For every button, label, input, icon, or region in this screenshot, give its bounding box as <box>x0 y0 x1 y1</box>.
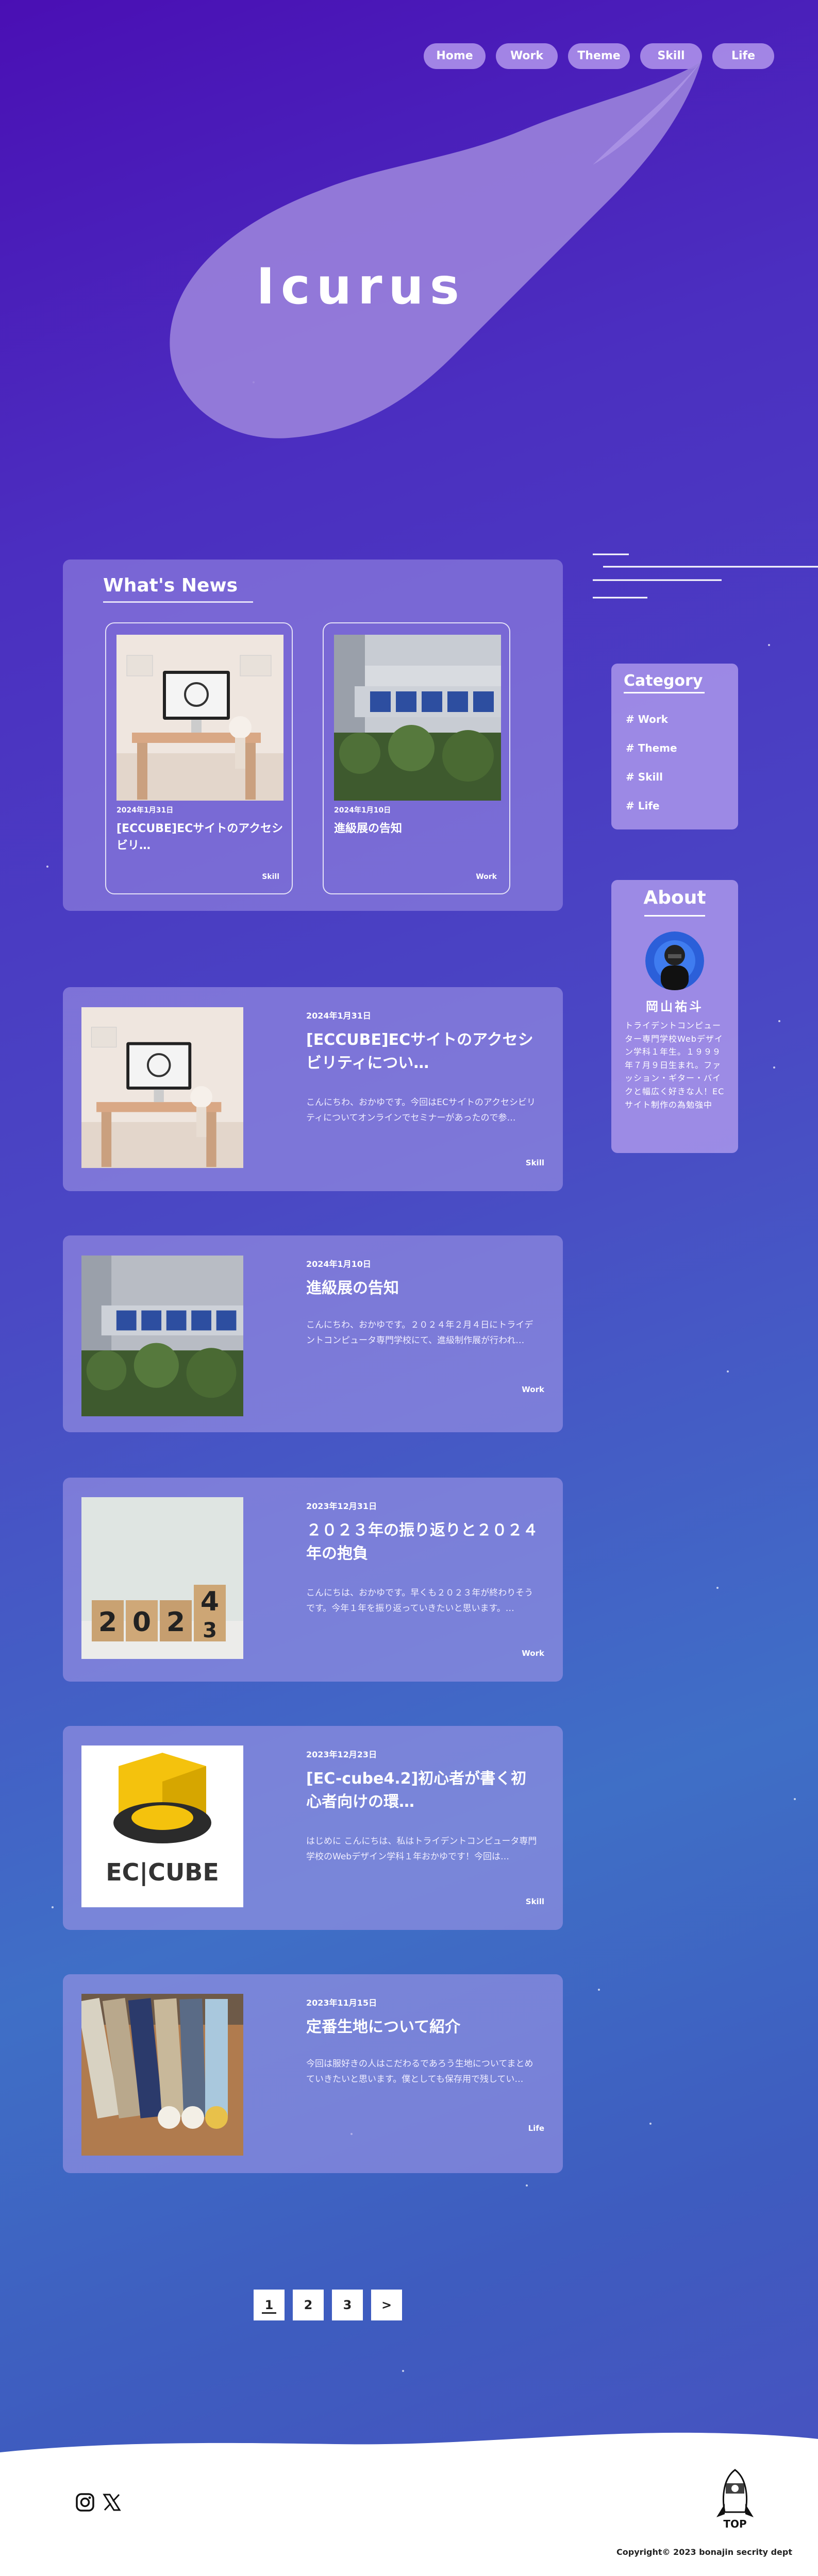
news-heading: What's News <box>103 575 254 603</box>
article-tag[interactable]: Skill <box>526 1897 544 1906</box>
article-date: 2024年1月10日 <box>306 1259 371 1269</box>
article-thumbnail <box>81 1255 243 1417</box>
category-item-label[interactable]: Work <box>638 713 668 725</box>
article-title[interactable]: [EC-cube4.2]初心者が書く初心者向けの環… <box>306 1767 538 1814</box>
article-thumbnail <box>81 1994 243 2156</box>
category-item-work[interactable]: # Work <box>626 713 668 725</box>
category-box: Category # Work # Theme # Skill # Life <box>611 664 738 829</box>
top-label: TOP <box>723 2518 746 2530</box>
category-item-label[interactable]: Life <box>638 800 660 812</box>
news-card-title[interactable]: [ECCUBE]ECサイトのアクセシビリ… <box>116 820 283 854</box>
article-title[interactable]: ２０２３年の振り返りと２０２４年の抱負 <box>306 1519 538 1565</box>
category-item-label[interactable]: Skill <box>638 771 663 783</box>
avatar <box>645 931 704 990</box>
svg-text:2: 2 <box>98 1607 117 1638</box>
article-title[interactable]: 進級展の告知 <box>306 1277 538 1300</box>
comet-illustration <box>170 62 702 438</box>
news-card-tag[interactable]: Skill <box>262 873 279 881</box>
article-tag[interactable]: Life <box>528 2124 544 2133</box>
category-heading: Category <box>624 672 705 693</box>
article-card[interactable]: 2024年1月10日 進級展の告知 こんにちわ、おかゆです。２０２４年２月４日に… <box>63 1235 563 1432</box>
page-1-button[interactable]: 1 <box>254 2290 285 2320</box>
nav-life[interactable]: Life <box>712 43 774 69</box>
back-to-top-button[interactable]: TOP <box>710 2468 760 2538</box>
article-date: 2023年12月23日 <box>306 1750 377 1759</box>
article-tag[interactable]: Work <box>522 1385 544 1394</box>
article-thumbnail: EC|CUBE <box>81 1745 243 1907</box>
news-card-date: 2024年1月10日 <box>334 806 391 815</box>
news-card-title[interactable]: 進級展の告知 <box>334 820 501 837</box>
author-name: 岡山祐斗 <box>646 999 704 1014</box>
category-item-life[interactable]: # Life <box>626 800 660 812</box>
article-tag[interactable]: Skill <box>526 1158 544 1167</box>
about-divider <box>644 915 705 917</box>
article-thumbnail <box>81 1007 243 1168</box>
whats-news-section: What's News 2024年1月31日 [ECCUBE]ECサイトのアクセ… <box>63 560 563 911</box>
article-thumbnail: 2 0 2 4 3 <box>81 1497 243 1659</box>
sns-links <box>75 2493 122 2514</box>
svg-text:4: 4 <box>201 1586 219 1617</box>
article-card[interactable]: EC|CUBE 2023年12月23日 [EC-cube4.2]初心者が書く初心… <box>63 1726 563 1930</box>
article-excerpt: 今回は服好きの人はこだわるであろう生地についてまとめていきたいと思います。僕とし… <box>306 2059 533 2084</box>
article-tag[interactable]: Work <box>522 1649 544 1658</box>
article-card[interactable]: 2 0 2 4 3 2023年12月31日 ２０２３年の振り返りと２０２４年の抱… <box>63 1478 563 1682</box>
instagram-icon[interactable] <box>75 2493 95 2514</box>
svg-text:0: 0 <box>132 1607 151 1638</box>
copyright: Copyright© 2023 bonajin secrity dept <box>616 2547 793 2557</box>
pagination: 1 2 3 > <box>254 2290 402 2320</box>
svg-text:3: 3 <box>203 1619 217 1642</box>
news-card-tag[interactable]: Work <box>476 873 497 881</box>
page-2-button[interactable]: 2 <box>293 2290 324 2320</box>
category-item-skill[interactable]: # Skill <box>626 771 663 783</box>
svg-text:EC|CUBE: EC|CUBE <box>106 1858 219 1887</box>
news-card[interactable]: 2024年1月31日 [ECCUBE]ECサイトのアクセシビリ… Skill <box>105 622 293 894</box>
article-card[interactable]: 2024年1月31日 [ECCUBE]ECサイトのアクセシビリティについ… こん… <box>63 987 563 1191</box>
article-excerpt: こんにちは、おかゆです。早くも２０２３年が終わりそうです。今年１年を振り返ってい… <box>306 1588 533 1614</box>
x-icon[interactable] <box>102 2493 122 2514</box>
footer <box>0 2452 818 2576</box>
page-3-button[interactable]: 3 <box>332 2290 363 2320</box>
svg-text:2: 2 <box>166 1607 185 1638</box>
site-title: Icurus <box>256 258 465 315</box>
about-box: About 岡山祐斗 トライデントコンピューター専門学校Webデザイン学科１年生… <box>611 880 738 1153</box>
category-item-label[interactable]: Theme <box>638 742 677 754</box>
article-excerpt: こんにちわ、おかゆです。２０２４年２月４日にトライデントコンピュータ専門学校にて… <box>306 1320 533 1346</box>
news-card[interactable]: 2024年1月10日 進級展の告知 Work <box>323 622 510 894</box>
article-title[interactable]: 定番生地について紹介 <box>306 2015 538 2039</box>
article-date: 2023年11月15日 <box>306 1998 377 2008</box>
article-title[interactable]: [ECCUBE]ECサイトのアクセシビリティについ… <box>306 1028 538 1075</box>
next-page-button[interactable]: > <box>371 2290 402 2320</box>
article-date: 2024年1月31日 <box>306 1011 371 1021</box>
news-card-thumbnail <box>334 635 501 801</box>
article-excerpt: こんにちわ、おかゆです。今回はECサイトのアクセシビリティについてオンラインでセ… <box>306 1097 536 1123</box>
author-bio: トライデントコンピューター専門学校Webデザイン学科１年生。１９９９年７月９日生… <box>625 1021 725 1110</box>
menu-lines-decoration <box>593 553 818 599</box>
category-item-theme[interactable]: # Theme <box>626 742 677 754</box>
news-card-thumbnail <box>116 635 283 801</box>
article-date: 2023年12月31日 <box>306 1501 377 1511</box>
rocket-icon: TOP <box>716 2469 754 2530</box>
article-card[interactable]: 2023年11月15日 定番生地について紹介 今回は服好きの人はこだわるであろう… <box>63 1974 563 2173</box>
about-heading: About <box>643 887 706 908</box>
news-card-date: 2024年1月31日 <box>116 806 174 815</box>
page-number: 1 <box>261 2298 277 2314</box>
article-excerpt: はじめに こんにちは、私はトライデントコンピュータ専門学校のWebデザイン学科１… <box>306 1836 537 1862</box>
